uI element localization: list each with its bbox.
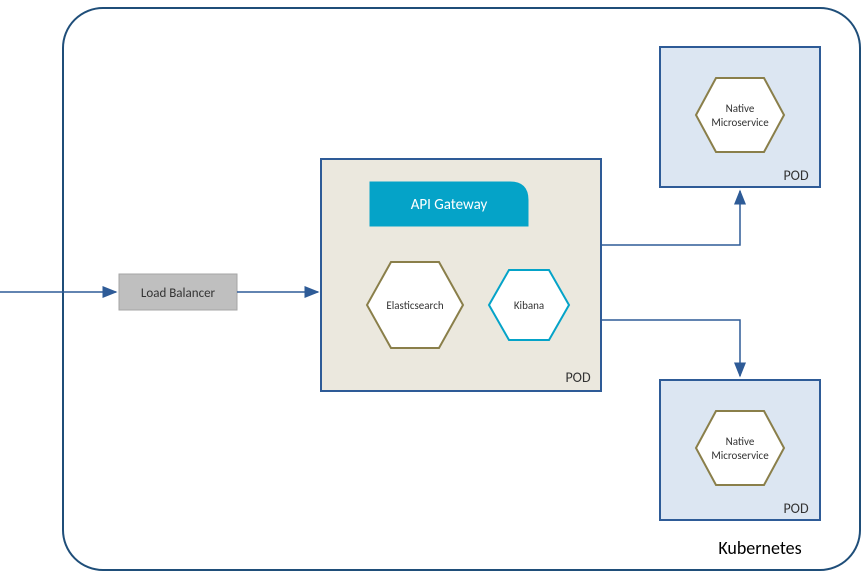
architecture-diagram: Kubernetes POD API Gateway Elasticsearch… xyxy=(0,0,866,578)
main-pod-label: POD xyxy=(565,369,591,386)
arrow-mainpod-to-bottompod xyxy=(601,320,740,376)
bottom-pod-service-line1: Native xyxy=(726,435,755,448)
bottom-pod-service-hexagon xyxy=(696,411,784,485)
bottom-pod-service-line2: Microservice xyxy=(711,449,769,462)
kibana-label: Kibana xyxy=(514,299,544,312)
top-pod-service-hexagon xyxy=(696,78,784,152)
top-pod-service-line2: Microservice xyxy=(711,116,769,129)
load-balancer-label: Load Balancer xyxy=(141,286,216,301)
top-pod-label: POD xyxy=(783,167,809,184)
api-gateway-label: API Gateway xyxy=(411,196,488,214)
bottom-pod-label: POD xyxy=(783,500,809,517)
kubernetes-label: Kubernetes xyxy=(718,537,801,559)
top-pod-service-line1: Native xyxy=(726,102,755,115)
arrow-mainpod-to-toppod xyxy=(601,191,740,245)
elasticsearch-label: Elasticsearch xyxy=(386,299,443,312)
